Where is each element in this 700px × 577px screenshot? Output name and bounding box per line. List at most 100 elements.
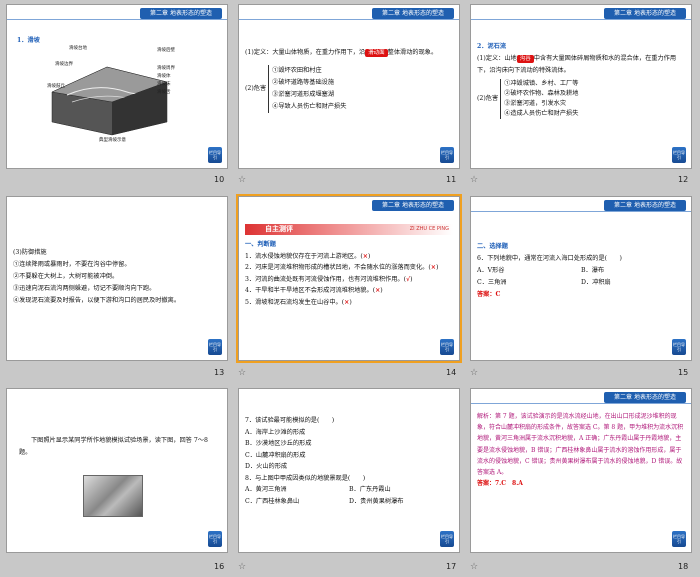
list-item: ①连续降雨或暴雨时，不要在沟谷中停留。 (13, 261, 131, 268)
diagram-label: 滑坡边界 (55, 62, 73, 67)
option: C．广西桂林象鼻山 (245, 497, 300, 505)
list-item: ②破坏道路等基础设施 (272, 79, 335, 86)
slide-number: 14 (446, 368, 457, 377)
header-divider (471, 19, 691, 20)
option: D．贵州黄果树瀑布 (349, 497, 404, 505)
nav-button[interactable]: 栏目导引 (672, 339, 686, 355)
section-banner: 自主测评 ZI ZHU CE PING (245, 224, 453, 235)
nav-button[interactable]: 栏目导引 (672, 147, 686, 163)
slide-10[interactable]: 第二章 地表形态的塑造 1．滑坡 滑坡台地 滑坡后壁 滑坡边界 滑坡周界 滑坡体… (6, 4, 228, 169)
banner-title: 自主测评 (265, 225, 293, 233)
slide-header: 第二章 地表形态的塑造 (604, 392, 686, 403)
header-divider (471, 403, 691, 404)
option: B．沙漠地区沙丘的形成 (245, 440, 312, 447)
diagram-label: 滑坡体 (157, 74, 171, 79)
list-item: ④导致人员伤亡和财产损失 (272, 103, 347, 110)
nav-button[interactable]: 栏目导引 (208, 147, 222, 163)
option: A．黄河三角洲 (245, 486, 287, 493)
slide-header: 第二章 地表形态的塑造 (604, 200, 686, 211)
diagram-caption: 典型滑坡示意 (99, 138, 126, 143)
definition-text-end: 整体滑动的现象。 (387, 49, 438, 56)
slide-14[interactable]: 第二章 地表形态的塑造 自主测评 ZI ZHU CE PING 一、判断题 1．… (236, 194, 462, 363)
answer-mark: × (430, 264, 436, 271)
option: B．广东丹霞山 (349, 486, 391, 493)
section-title: 二、选择题 (477, 243, 508, 250)
diagram-label: 滑坡床 (157, 82, 171, 87)
star-icon: ☆ (470, 368, 479, 378)
option: C．山麓冲积扇的形成 (245, 451, 306, 459)
nav-button[interactable]: 栏目导引 (208, 531, 222, 547)
diagram-label: 滑坡鼓丘 (47, 84, 65, 89)
nav-button[interactable]: 栏目导引 (440, 531, 454, 547)
slide-header: 第二章 地表形态的塑造 (372, 8, 454, 19)
answer-mark: √ (406, 275, 411, 283)
slide-number: 10 (214, 175, 225, 184)
list-item: ④发现泥石流要及时报告，以便下游和沟口的居民及时撤离。 (13, 297, 181, 304)
answer-blank: 沟谷 (516, 55, 534, 63)
question-text: 5．滑坡和泥石流均发生在山谷中。 (245, 298, 342, 306)
question-text: 6．下列地貌中，通常在河流入海口处形成的是( ) (477, 255, 622, 262)
slide-16[interactable]: 下图照片显示某同学所作地貌模拟试验场景，读下图，回答 7～8 题。 栏目导引 (6, 388, 228, 553)
slide-header: 第二章 地表形态的塑造 (604, 8, 686, 19)
nav-button[interactable]: 栏目导引 (440, 339, 454, 355)
list-item: ①冲毁城镇、乡村、工厂等 (504, 80, 579, 87)
header-divider (7, 19, 227, 20)
option: D．火山的形成 (245, 463, 288, 470)
harm-list: ①冲毁城镇、乡村、工厂等 ②破坏农作物、森林及耕地 ③淤塞河道，引发水灾 ④造成… (500, 79, 578, 119)
section-title: 一、判断题 (245, 241, 276, 248)
answer-mark: × (375, 287, 381, 294)
list-item: (3)防御措施 (13, 249, 47, 256)
explanation-text: 解析：第 7 题，该试验演示的是流水流经山地，在出山口形成泥沙堆积的现象，符合山… (477, 413, 684, 477)
star-icon: ☆ (238, 368, 247, 378)
question-text: 4．干旱和半干旱地区不会形成河流堆积地貌。 (245, 287, 373, 294)
answer-blank: 滑动面 (365, 49, 388, 57)
slide-number: 16 (214, 562, 225, 571)
list-item: ③迅速向泥石流沟两侧躲避，切记不要顺沟向下跑。 (13, 285, 156, 292)
slide-number: 18 (678, 562, 689, 571)
header-divider (239, 19, 459, 20)
option-d: D．冲积扇 (581, 279, 611, 286)
slide-number: 12 (678, 175, 689, 184)
intro-text: 下图照片显示某同学所作地貌模拟试验场景，读下图，回答 7～8 题。 (19, 437, 208, 456)
option-b: B．瀑布 (581, 267, 605, 274)
nav-button[interactable]: 栏目导引 (672, 531, 686, 547)
option-a: A．V形谷 (477, 267, 505, 274)
question-text: 2．河床是河流堆积物形成的槽状凹地，不会随水位的涨落而变化。 (245, 264, 429, 271)
slide-12[interactable]: 第二章 地表形态的塑造 2．泥石流 (1)定义：山地 沟谷 中含有大量固体碎屑物质和… (470, 4, 692, 169)
option-c: C．三角洲 (477, 279, 507, 286)
question-8: 8．与上图中甲成因类似的地貌景观是( ) (245, 474, 366, 482)
slide-title: 1．滑坡 (17, 37, 40, 44)
slide-number: 15 (678, 368, 689, 377)
slide-15[interactable]: 第二章 地表形态的塑造 二、选择题 6．下列地貌中，通常在河流入海口处形成的是(… (470, 196, 692, 361)
definition-text: (1)定义：大量山体物质，在重力作用下，沿 (245, 49, 366, 56)
question-text: 1．流水侵蚀地貌仅存在于河流上游地区。 (245, 252, 361, 260)
star-icon: ☆ (470, 562, 479, 572)
nav-button[interactable]: 栏目导引 (440, 147, 454, 163)
question-text: 3．河流的曲流处既有河流侵蚀作用，也有河流堆积作用。 (245, 275, 404, 283)
slide-number: 17 (446, 562, 457, 571)
diagram-label: 滑坡周界 (157, 66, 175, 71)
nav-button[interactable]: 栏目导引 (208, 339, 222, 355)
slide-17[interactable]: 7．该试验最可能模拟的是( ) A．海岸上沙滩的形成 B．沙漠地区沙丘的形成 C… (238, 388, 460, 553)
slide-number: 11 (446, 175, 457, 184)
list-item: ③淤塞河道，引发水灾 (504, 100, 567, 107)
star-icon: ☆ (470, 175, 479, 185)
list-item: ④造成人员伤亡和财产损失 (504, 110, 579, 117)
star-icon: ☆ (238, 562, 247, 572)
diagram-label: 滑坡台地 (69, 46, 87, 51)
definition-text: (1)定义：山地 (477, 55, 517, 62)
answer-text: 答案：C (477, 291, 501, 298)
slide-11[interactable]: 第二章 地表形态的塑造 (1)定义：大量山体物质，在重力作用下，沿 滑动面 整体滑动… (238, 4, 460, 169)
diagram-label: 滑坡舌 (157, 90, 171, 95)
slide-18[interactable]: 第二章 地表形态的塑造 解析：第 7 题，该试验演示的是流水流经山地，在出山口形… (470, 388, 692, 553)
harm-label: (2)危害 (245, 85, 267, 92)
slide-header: 第二章 地表形态的塑造 (372, 200, 454, 211)
list-item: ③淤塞河道形成堰塞湖 (272, 91, 335, 98)
question-7: 7．该试验最可能模拟的是( ) (245, 417, 335, 424)
harm-label: (2)危害 (477, 95, 499, 102)
slide-13[interactable]: (3)防御措施 ①连续降雨或暴雨时，不要在沟谷中停留。 ②不要躲在大树上，大树可… (6, 196, 228, 361)
list-item: ①毁坏农田和村庄 (272, 67, 322, 74)
answer-mark: × (362, 252, 368, 260)
harm-list: ①毁坏农田和村庄 ②破坏道路等基础设施 ③淤塞河道形成堰塞湖 ④导致人员伤亡和财… (268, 65, 346, 113)
diagram-label: 滑坡后壁 (157, 48, 175, 53)
